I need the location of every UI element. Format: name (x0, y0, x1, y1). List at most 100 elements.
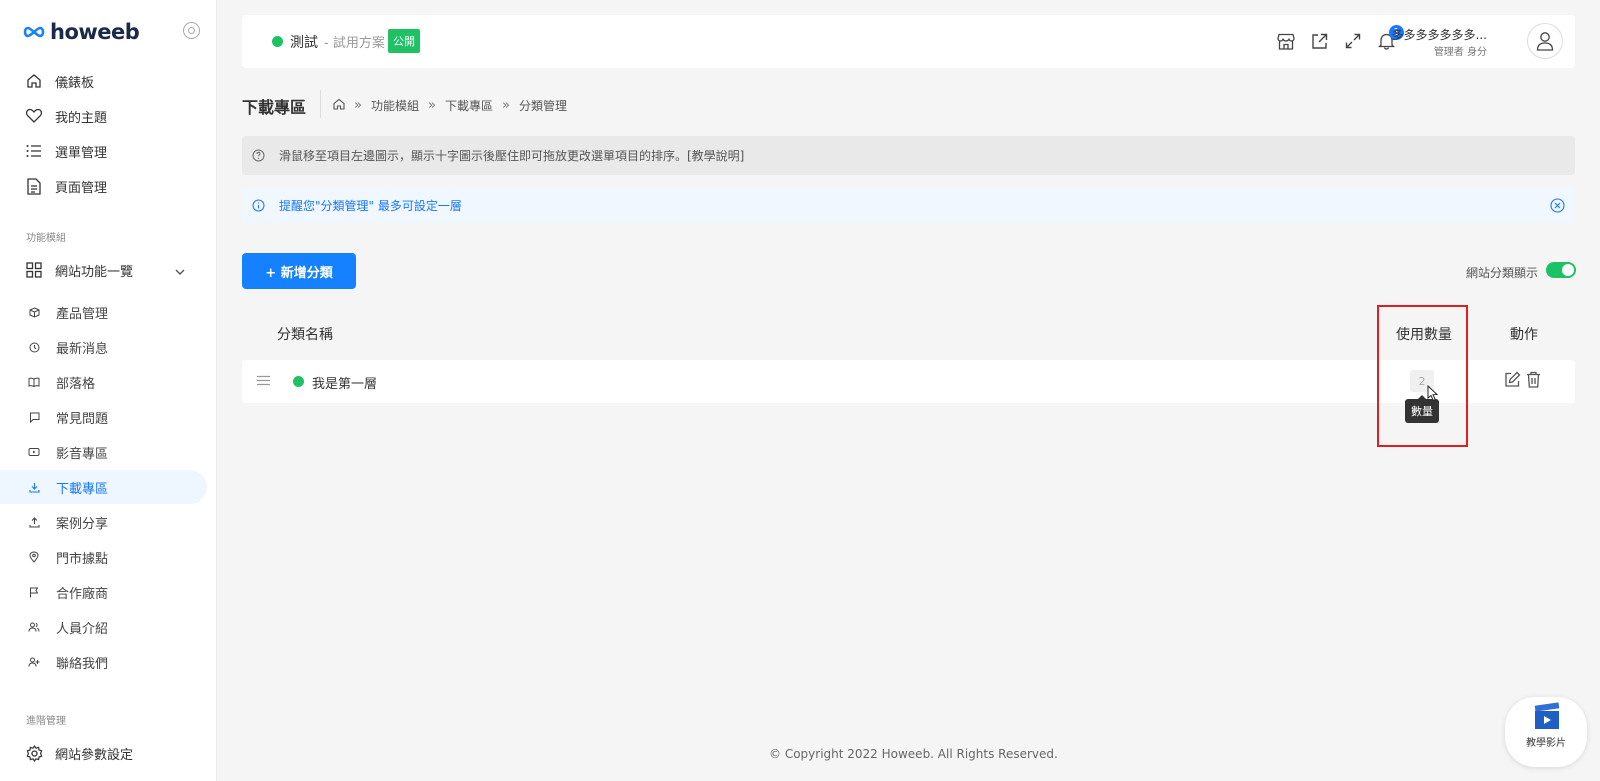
drag-handle-icon[interactable] (256, 375, 271, 390)
breadcrumb: » 功能模組 » 下載專區 » 分類管理 (333, 97, 567, 114)
site-category-display-label: 網站分類顯示 (1465, 266, 1538, 280)
sidebar-item-team[interactable]: 人員介紹 (0, 610, 207, 644)
category-name: 我是第一層 (312, 377, 378, 392)
sidebar-item-news[interactable]: 最新消息 (0, 330, 207, 364)
share-icon (28, 516, 40, 528)
breadcrumb-item[interactable]: 功能模組 (371, 97, 419, 114)
fullscreen-icon[interactable] (1343, 31, 1363, 51)
clock-icon (28, 341, 40, 353)
count-column-highlight (1377, 305, 1468, 447)
sidebar-item-label: 案例分享 (56, 516, 109, 532)
section-label-advanced: 進階管理 (26, 716, 66, 727)
flag-icon (28, 586, 40, 598)
breadcrumb-item[interactable]: 下載專區 (445, 97, 493, 114)
location-icon (28, 551, 40, 563)
download-icon (28, 481, 40, 493)
sidebar-item-partners[interactable]: 合作廠商 (0, 575, 207, 609)
sidebar: howeeb 儀錶板 我的主題 選單管理 頁面管理 功能模組 網站功能一覽 產品… (0, 0, 217, 781)
question-circle-icon (252, 149, 265, 162)
sidebar-item-label: 產品管理 (56, 306, 109, 322)
edit-icon[interactable] (1504, 371, 1521, 392)
info-circle-icon (252, 199, 265, 212)
users-icon (28, 621, 40, 633)
sidebar-item-site-settings[interactable]: 網站參數設定 (0, 736, 207, 770)
drag-tip-banner: 滑鼠移至項目左邊圖示，顯示十字圖示後壓住即可拖放更改選單項目的排序。[教學說明] (242, 136, 1575, 175)
book-icon (28, 376, 40, 388)
column-header-action: 動作 (1510, 327, 1538, 343)
sidebar-item-products[interactable]: 產品管理 (0, 295, 207, 329)
sidebar-item-label: 人員介紹 (56, 621, 109, 637)
sidebar-item-video[interactable]: 影音專區 (0, 435, 207, 469)
tutorial-video-widget[interactable]: 教學影片 (1505, 697, 1587, 767)
video-icon (28, 446, 40, 458)
gear-icon (25, 744, 43, 762)
logo-text: howeeb (50, 20, 140, 44)
breadcrumb-home-icon[interactable] (333, 98, 345, 113)
add-category-button[interactable]: + 新增分類 (242, 253, 356, 289)
sidebar-item-menu[interactable]: 選單管理 (0, 134, 207, 168)
chevron-down-icon (175, 265, 185, 280)
user-name[interactable]: 多多多多多多多... (1392, 26, 1487, 43)
breadcrumb-separator-icon: » (354, 98, 362, 113)
sidebar-item-label: 合作廠商 (56, 586, 109, 602)
sidebar-item-my-theme[interactable]: 我的主題 (0, 99, 207, 133)
mouse-pointer-icon (1427, 384, 1439, 406)
top-header: 測試 - 試用方案 公開 1 多多多多多多多... 管理者 身分 (242, 15, 1575, 68)
tutorial-video-label: 教學影片 (1526, 738, 1566, 749)
sidebar-item-dashboard[interactable]: 儀錶板 (0, 64, 207, 98)
sidebar-item-stores[interactable]: 門市據點 (0, 540, 207, 574)
clapperboard-icon (1534, 701, 1560, 735)
tip-text: 滑鼠移至項目左邊圖示，顯示十字圖示後壓住即可拖放更改選單項目的排序。[教學說明] (279, 149, 745, 163)
site-status-dot (272, 36, 283, 47)
contact-icon (28, 656, 40, 668)
footer-copyright: © Copyright 2022 Howeeb. All Rights Rese… (769, 747, 1058, 761)
site-category-display-toggle[interactable] (1546, 262, 1576, 278)
sidebar-item-cases[interactable]: 案例分享 (0, 505, 207, 539)
plan-label: - 試用方案 (324, 36, 385, 51)
box-icon (28, 306, 40, 318)
home-icon (25, 72, 43, 90)
infinity-logo-icon (23, 26, 45, 38)
sidebar-item-downloads[interactable]: 下載專區 (0, 470, 207, 504)
user-role: 管理者 身分 (1433, 47, 1487, 58)
category-status-dot (293, 376, 304, 387)
breadcrumb-item-current: 分類管理 (518, 99, 567, 113)
store-icon[interactable] (1276, 31, 1296, 51)
sidebar-item-label: 聯絡我們 (56, 656, 109, 672)
sidebar-item-contact[interactable]: 聯絡我們 (0, 645, 207, 679)
sidebar-item-label: 常見問題 (56, 411, 109, 427)
heart-icon (25, 107, 43, 125)
section-label-modules: 功能模組 (26, 233, 66, 244)
sidebar-item-label: 我的主題 (55, 110, 108, 126)
list-icon (25, 142, 43, 160)
sidebar-item-label: 網站參數設定 (55, 747, 134, 763)
title-divider (320, 90, 321, 118)
breadcrumb-separator-icon: » (501, 98, 510, 113)
sidebar-item-pages[interactable]: 頁面管理 (0, 169, 207, 203)
chat-icon (28, 411, 40, 423)
sidebar-collapse-button[interactable] (183, 22, 200, 39)
avatar[interactable] (1527, 23, 1563, 59)
close-icon[interactable] (1550, 198, 1565, 216)
column-header-name: 分類名稱 (277, 327, 333, 343)
trash-icon[interactable] (1526, 371, 1541, 392)
sidebar-item-label: 儀錶板 (55, 75, 95, 91)
grid-icon (25, 261, 43, 279)
sidebar-item-label: 影音專區 (56, 446, 109, 462)
layer-limit-notice: 提醒您"分類管理" 最多可設定一層 (242, 188, 1575, 223)
sidebar-item-blog[interactable]: 部落格 (0, 365, 207, 399)
breadcrumb-separator-icon: » (427, 98, 436, 113)
page-title: 下載專區 (242, 98, 307, 117)
brand-logo[interactable]: howeeb (22, 20, 140, 44)
sidebar-item-label: 網站功能一覽 (55, 264, 134, 280)
table-row: 我是第一層 2 (242, 360, 1575, 403)
site-name: 測試 (290, 35, 318, 51)
sidebar-item-label: 最新消息 (56, 341, 109, 357)
document-icon (25, 177, 43, 195)
sidebar-item-label: 部落格 (56, 376, 96, 392)
sidebar-item-site-features[interactable]: 網站功能一覽 (0, 253, 207, 287)
external-link-icon[interactable] (1309, 31, 1329, 51)
sidebar-item-label: 選單管理 (55, 145, 108, 161)
sidebar-item-faq[interactable]: 常見問題 (0, 400, 207, 434)
user-icon (1536, 32, 1554, 51)
